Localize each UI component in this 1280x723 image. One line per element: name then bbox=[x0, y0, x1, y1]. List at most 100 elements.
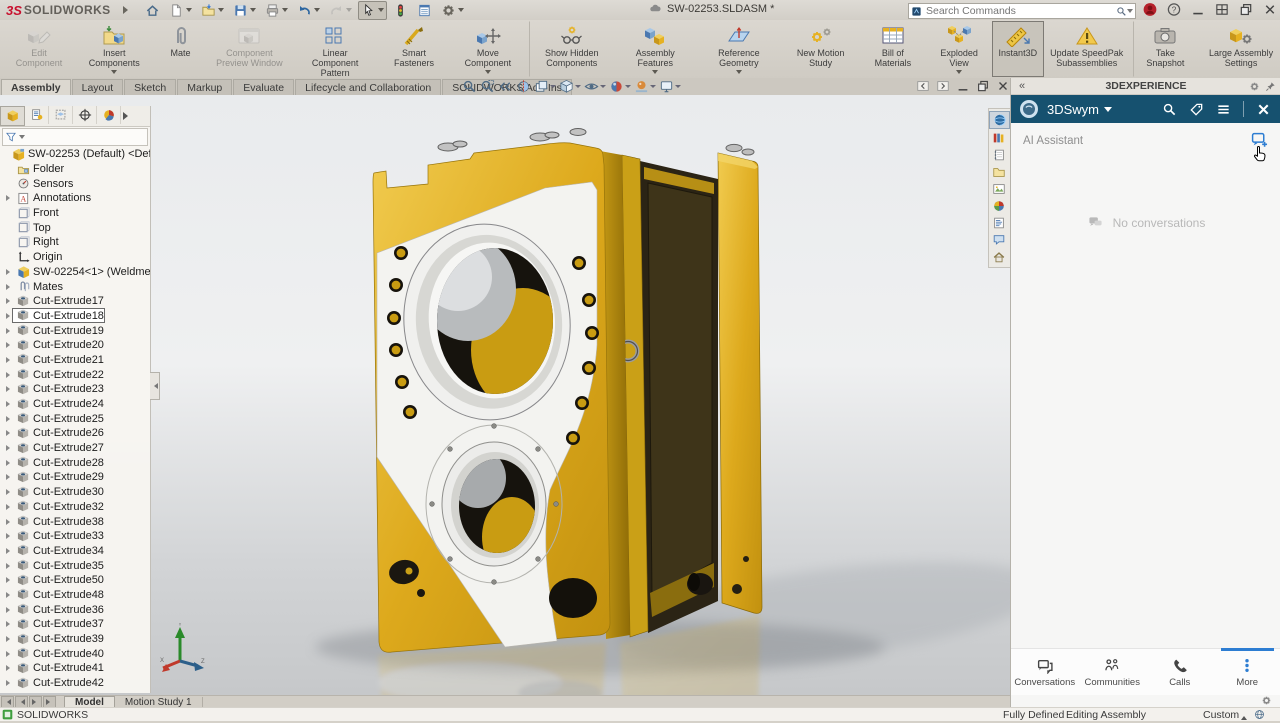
tree-item[interactable]: Cut-Extrude19 bbox=[0, 323, 150, 338]
expand-arrow-icon[interactable] bbox=[6, 577, 13, 583]
status-globe-icon[interactable] bbox=[1254, 709, 1265, 723]
fm-tab-featuremanager-tree[interactable] bbox=[0, 106, 25, 126]
expand-arrow-icon[interactable] bbox=[6, 665, 13, 671]
expand-arrow-icon[interactable] bbox=[6, 298, 13, 304]
titlebar-tool-button-file-properties[interactable] bbox=[414, 1, 435, 20]
fm-tab-propertymanager[interactable] bbox=[25, 106, 49, 124]
tree-item[interactable]: Cut-Extrude22 bbox=[0, 367, 150, 382]
heads-up-button-previous-view[interactable] bbox=[498, 79, 513, 94]
tree-item[interactable]: Sensors bbox=[0, 176, 150, 191]
tree-collapse-handle[interactable] bbox=[150, 372, 160, 400]
task-pane-button-design-library[interactable] bbox=[989, 130, 1008, 146]
tree-item[interactable]: Cut-Extrude36 bbox=[0, 602, 150, 617]
tree-item[interactable]: Folder bbox=[0, 162, 150, 177]
expand-arrow-icon[interactable] bbox=[6, 548, 13, 554]
tree-item[interactable]: Cut-Extrude48 bbox=[0, 588, 150, 603]
expand-arrow-icon[interactable] bbox=[6, 621, 13, 627]
tree-item[interactable]: Cut-Extrude39 bbox=[0, 632, 150, 647]
ribbon-tab[interactable]: Layout bbox=[72, 79, 124, 95]
dropdown-caret-icon[interactable] bbox=[652, 70, 658, 77]
ribbon-button[interactable]: Update SpeedPak Subassemblies bbox=[1044, 21, 1130, 77]
ribbon-button[interactable]: Show Hidden Components bbox=[529, 21, 615, 77]
heads-up-button-zoom-to-fit[interactable] bbox=[462, 79, 477, 94]
tree-item[interactable]: Cut-Extrude18 bbox=[0, 309, 150, 324]
tree-item[interactable]: Cut-Extrude42 bbox=[0, 676, 150, 691]
tree-item[interactable]: Cut-Extrude26 bbox=[0, 426, 150, 441]
previous-window-icon[interactable] bbox=[916, 79, 930, 93]
heads-up-button-apply-scene[interactable] bbox=[634, 79, 656, 94]
expand-arrow-icon[interactable] bbox=[6, 607, 13, 613]
app-switcher[interactable]: 3DSwym bbox=[1047, 102, 1099, 117]
titlebar-tool-button-select[interactable] bbox=[358, 1, 387, 20]
tab-motion-study[interactable]: Motion Study 1 bbox=[115, 697, 203, 708]
panel-nav-item[interactable]: Calls bbox=[1146, 649, 1214, 695]
ribbon-button[interactable]: Reference Geometry bbox=[696, 21, 782, 77]
heads-up-button-zoom-to-area[interactable] bbox=[480, 79, 495, 94]
ribbon-button[interactable]: Assembly Features bbox=[615, 21, 696, 77]
ribbon-button[interactable]: Instant3D bbox=[992, 21, 1044, 77]
ribbon-tab[interactable]: Sketch bbox=[124, 79, 176, 95]
tree-root-item[interactable]: SW-02253 (Default) <Default_Displa bbox=[0, 147, 150, 162]
panel-footer-gear-icon[interactable] bbox=[1261, 695, 1272, 706]
tree-item[interactable]: Cut-Extrude29 bbox=[0, 470, 150, 485]
dropdown-caret-icon[interactable] bbox=[650, 85, 656, 91]
expand-arrow-icon[interactable] bbox=[6, 474, 13, 480]
tree-item[interactable]: Cut-Extrude38 bbox=[0, 514, 150, 529]
tag-icon[interactable] bbox=[1189, 102, 1204, 117]
tree-item[interactable]: Cut-Extrude32 bbox=[0, 500, 150, 515]
task-pane-button-toolbox[interactable] bbox=[989, 147, 1008, 163]
tree-item[interactable]: Cut-Extrude21 bbox=[0, 353, 150, 368]
ribbon-tab[interactable]: Evaluate bbox=[233, 79, 294, 95]
tree-item[interactable]: Cut-Extrude33 bbox=[0, 529, 150, 544]
panel-search-icon[interactable] bbox=[1162, 102, 1177, 117]
restore-button[interactable] bbox=[1238, 2, 1254, 17]
search-dropdown-caret[interactable] bbox=[1127, 9, 1133, 16]
ribbon-button[interactable]: Bill of Materials bbox=[859, 21, 926, 77]
tree-item[interactable]: Cut-Extrude30 bbox=[0, 485, 150, 500]
titlebar-tool-button-redo[interactable] bbox=[326, 1, 355, 20]
tree-item[interactable]: A Annotations bbox=[0, 191, 150, 206]
tree-item[interactable]: Cut-Extrude40 bbox=[0, 646, 150, 661]
fm-tab-configurationmanager[interactable] bbox=[49, 106, 73, 124]
fm-tabs-overflow-icon[interactable] bbox=[123, 112, 132, 120]
expand-arrow-icon[interactable] bbox=[6, 680, 13, 686]
status-custom[interactable]: Custom bbox=[1203, 709, 1239, 721]
ribbon-button[interactable]: Mate bbox=[155, 21, 207, 77]
ribbon-tab[interactable]: Markup bbox=[177, 79, 232, 95]
panel-close-icon[interactable] bbox=[1256, 102, 1271, 117]
tree-item[interactable]: Right bbox=[0, 235, 150, 250]
tree-item[interactable]: Cut-Extrude41 bbox=[0, 661, 150, 676]
next-window-icon[interactable] bbox=[936, 79, 950, 93]
ribbon-tab[interactable]: Assembly bbox=[1, 79, 71, 95]
doc-minimize-icon[interactable] bbox=[956, 79, 970, 93]
titlebar-tool-button-undo[interactable] bbox=[294, 1, 323, 20]
task-pane-button-3dexperience[interactable] bbox=[989, 111, 1010, 129]
ribbon-button[interactable]: Exploded View bbox=[926, 21, 991, 77]
ribbon-button[interactable]: Component Preview Window bbox=[207, 21, 293, 77]
tree-item[interactable]: Cut-Extrude27 bbox=[0, 441, 150, 456]
expand-arrow-icon[interactable] bbox=[6, 489, 13, 495]
ribbon-button[interactable]: Linear Component Pattern bbox=[292, 21, 378, 77]
expand-arrow-icon[interactable] bbox=[6, 460, 13, 466]
graphics-viewport[interactable]: Y X Z bbox=[0, 95, 1010, 695]
tree-item[interactable]: Top bbox=[0, 220, 150, 235]
expand-arrow-icon[interactable] bbox=[6, 416, 13, 422]
close-button[interactable] bbox=[1262, 2, 1278, 17]
tree-item[interactable]: Cut-Extrude20 bbox=[0, 338, 150, 353]
titlebar-tool-button-open-document[interactable] bbox=[198, 1, 227, 20]
expand-arrow-icon[interactable] bbox=[6, 357, 13, 363]
help-icon[interactable]: ? bbox=[1166, 2, 1182, 17]
panel-pin-icon[interactable] bbox=[1265, 81, 1276, 92]
expand-arrow-icon[interactable] bbox=[6, 519, 13, 525]
expand-arrow-icon[interactable] bbox=[6, 372, 13, 378]
search-commands-box[interactable] bbox=[908, 3, 1136, 19]
ribbon-button[interactable]: Insert Components bbox=[74, 21, 154, 77]
expand-arrow-icon[interactable] bbox=[6, 504, 13, 510]
dropdown-caret-icon[interactable] bbox=[378, 8, 384, 15]
dropdown-caret-icon[interactable] bbox=[485, 70, 491, 77]
panel-nav-item[interactable]: Conversations bbox=[1011, 649, 1079, 695]
task-pane-button-view-palette[interactable] bbox=[989, 181, 1008, 197]
expand-arrow-icon[interactable] bbox=[6, 401, 13, 407]
tree-item[interactable]: Cut-Extrude37 bbox=[0, 617, 150, 632]
dropdown-caret-icon[interactable] bbox=[600, 85, 606, 91]
